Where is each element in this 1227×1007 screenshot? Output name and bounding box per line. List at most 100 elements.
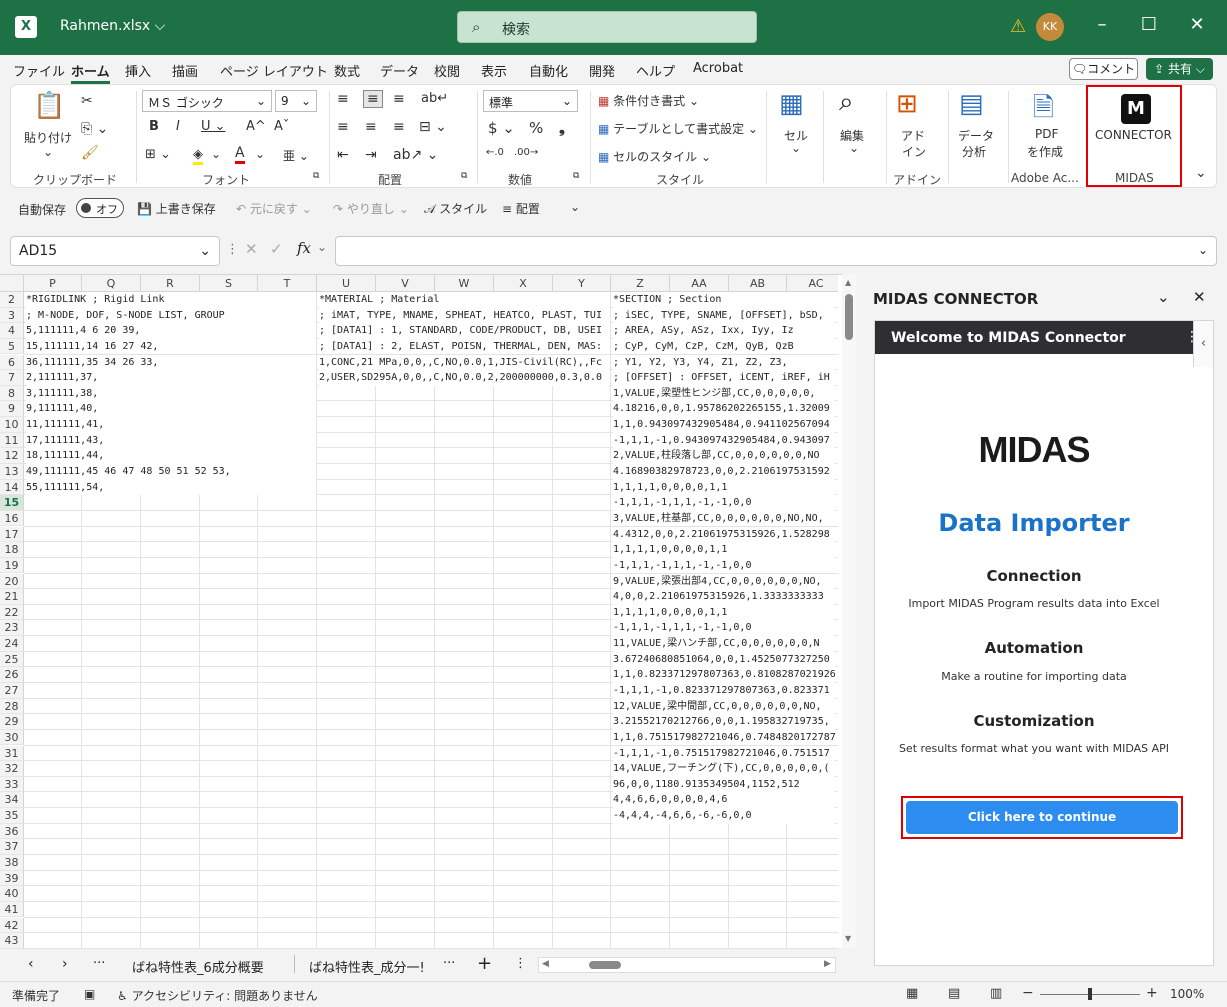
cell[interactable]: 2,111111,37, [26, 370, 316, 386]
row-header[interactable]: 17 [0, 526, 24, 543]
cell[interactable]: 1,1,0.751517982721046,0.7484820172787 [613, 729, 835, 746]
increase-indent-icon[interactable]: ⇥ [365, 147, 377, 163]
cell-styles-button[interactable]: ▦ セルのスタイル ⌄ [598, 148, 711, 165]
decrease-indent-icon[interactable]: ⇤ [337, 147, 349, 163]
column-header[interactable]: V [376, 275, 435, 292]
create-pdf-button-line2[interactable]: を作成 [1027, 143, 1063, 160]
alignment-dialog-icon[interactable]: ⧉ [461, 171, 467, 181]
scroll-thumb[interactable] [845, 294, 853, 340]
cell[interactable]: 5,111111,4 6 20 39, [26, 323, 316, 339]
tab-data[interactable]: データ [380, 61, 419, 80]
row-header[interactable]: 14 [0, 479, 24, 496]
conditional-format-button[interactable]: ▦ 条件付き書式 ⌄ [598, 92, 699, 109]
row-header[interactable]: 32 [0, 761, 24, 777]
row-header[interactable]: 39 [0, 870, 24, 887]
cell[interactable]: 4.16890382978723,0,0,2.2106197531592 [613, 464, 835, 480]
cell[interactable]: 2,VALUE,柱段落し部,CC,0,0,0,0,0,0,NO [613, 448, 835, 464]
cell[interactable]: 36,111111,35 34 26 33, [26, 354, 316, 371]
tab-acrobat[interactable]: Acrobat [693, 61, 743, 76]
column-header[interactable]: Z [611, 275, 670, 292]
column-header[interactable]: U [317, 275, 376, 292]
cells-icon[interactable]: ▦ [779, 89, 804, 119]
function-chevron-icon[interactable]: ⌄ [317, 240, 327, 254]
cell[interactable]: 1,1,0.943097432905484,0.941102567094 [613, 417, 835, 433]
wrap-text-icon[interactable]: ab↵ [421, 91, 448, 106]
comment-button[interactable]: 🗨コメント [1069, 58, 1138, 80]
row-header[interactable]: 2 [0, 292, 24, 308]
sheet-tab[interactable]: ばね特性表_成分一! [309, 957, 437, 976]
zoom-level[interactable]: 100% [1170, 987, 1204, 1001]
cell[interactable]: 4,4,6,6,0,0,0,0,4,6 [613, 792, 835, 808]
cancel-icon[interactable]: ✕ [245, 240, 258, 258]
cell[interactable]: 1,1,1,1,0,0,0,0,1,1 [613, 604, 835, 621]
row-header[interactable]: 6 [0, 354, 24, 371]
cell[interactable]: 1,CONC,21 MPa,0,0,,C,NO,0.0,1,JIS-Civil(… [319, 354, 609, 371]
name-box[interactable]: AD15 ⌄ [10, 236, 220, 266]
cell[interactable]: 9,VALUE,梁張出部4,CC,0,0,0,0,0,0,NO, [613, 573, 835, 590]
scroll-right-icon[interactable]: ▶ [824, 959, 831, 969]
cell[interactable]: ; iSEC, TYPE, SNAME, [OFFSET], bSD, [613, 307, 835, 324]
cell[interactable]: -1,1,1,-1,1,1,-1,-1,0,0 [613, 495, 835, 511]
cell[interactable]: -1,1,1,-1,0.943097432905484,0.943097 [613, 432, 835, 449]
tab-review[interactable]: 校閲 [434, 61, 460, 80]
formula-input[interactable]: ⌄ [335, 236, 1217, 266]
row-header[interactable]: 21 [0, 589, 24, 605]
cell[interactable]: 4,0,0,2.21061975315926,1.3333333333 [613, 589, 835, 605]
tab-view[interactable]: 表示 [481, 61, 507, 80]
orientation-icon[interactable]: ab↗ ⌄ [393, 147, 438, 163]
column-header[interactable]: R [141, 275, 200, 292]
row-header[interactable]: 29 [0, 714, 24, 730]
row-header[interactable]: 19 [0, 557, 24, 574]
more-tabs-icon[interactable]: ··· [443, 956, 455, 971]
row-header[interactable]: 41 [0, 901, 24, 918]
row-header[interactable]: 40 [0, 886, 24, 902]
macro-record-icon[interactable]: ▣ [84, 987, 95, 1001]
row-header[interactable]: 9 [0, 401, 24, 417]
row-header[interactable]: 11 [0, 432, 24, 449]
paste-button[interactable]: 貼り付け [24, 129, 72, 146]
row-header[interactable]: 18 [0, 542, 24, 558]
cell[interactable]: 12,VALUE,梁中間部,CC,0,0,0,0,0,0,NO, [613, 698, 835, 715]
row-header[interactable]: 42 [0, 917, 24, 934]
cell[interactable]: 17,111111,43, [26, 432, 316, 449]
font-dialog-icon[interactable]: ⧉ [313, 171, 319, 181]
next-sheet-icon[interactable]: › [62, 956, 68, 972]
column-header[interactable]: AA [670, 275, 729, 292]
column-header[interactable]: AB [729, 275, 787, 292]
addins-button-line2[interactable]: イン [902, 143, 926, 160]
row-header[interactable]: 13 [0, 464, 24, 480]
scroll-down-icon[interactable]: ▼ [845, 934, 851, 943]
row-header[interactable]: 20 [0, 573, 24, 590]
decrease-decimal-icon[interactable]: .00→ [514, 147, 538, 158]
scroll-left-icon[interactable]: ◀ [542, 959, 549, 969]
row-header[interactable]: 33 [0, 776, 24, 793]
row-header[interactable]: 37 [0, 839, 24, 855]
customize-qat-icon[interactable]: ⌄ [570, 200, 580, 214]
column-header[interactable]: W [435, 275, 494, 292]
cell[interactable]: 1,1,0.823371297807363,0.8108287021926 [613, 667, 835, 683]
row-header[interactable]: 24 [0, 636, 24, 652]
phonetic-icon[interactable]: 亜 ⌄ [283, 147, 309, 164]
row-header[interactable]: 26 [0, 667, 24, 683]
data-analysis-button-line1[interactable]: データ [958, 127, 994, 144]
more-sheets-icon[interactable]: ··· [93, 956, 105, 971]
ribbon-collapse-icon[interactable]: ⌄ [1195, 165, 1207, 181]
addins-icon[interactable]: ⊞ [896, 89, 918, 119]
cell[interactable]: 11,VALUE,梁ハンチ部,CC,0,0,0,0,0,0,N [613, 636, 835, 652]
cell[interactable]: -1,1,1,-1,1,1,-1,-1,0,0 [613, 557, 835, 574]
scroll-up-icon[interactable]: ▲ [845, 278, 851, 287]
cell[interactable]: 4.4312,0,0,2.21061975315926,1.528298 [613, 526, 835, 543]
merge-center-icon[interactable]: ⊟ ⌄ [419, 119, 447, 135]
cell[interactable]: 3,111111,38, [26, 385, 316, 402]
zoom-in-icon[interactable]: + [1146, 985, 1158, 1001]
align-right-icon[interactable]: ≡ [393, 119, 405, 135]
percent-icon[interactable]: % [529, 119, 543, 137]
create-pdf-button-line1[interactable]: PDF [1035, 127, 1058, 141]
minimize-icon[interactable]: – [1087, 14, 1117, 35]
paste-chevron-icon[interactable]: ⌄ [43, 145, 53, 159]
tab-home[interactable]: ホーム [71, 61, 110, 84]
zoom-slider-thumb[interactable] [1088, 988, 1092, 1000]
save-button[interactable]: 💾 上書き保存 [137, 200, 216, 217]
cell-grid[interactable]: 2 3 4 5 6 7 8 9 10 11 12 13 14 15 16 17 18 19 20 21 22 23 24 25… [0, 292, 846, 949]
page-break-view-icon[interactable]: ▥ [990, 986, 1002, 1001]
